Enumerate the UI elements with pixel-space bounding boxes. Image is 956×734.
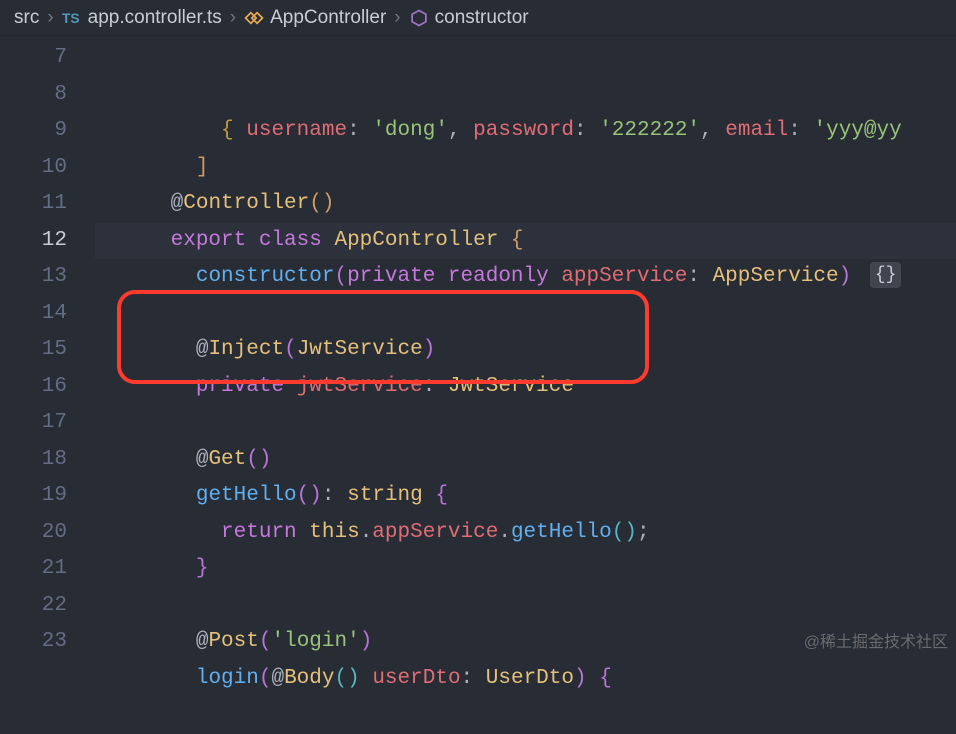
line-number: 7: [0, 40, 67, 77]
code-line: @Controller(): [95, 150, 956, 187]
method-icon: [409, 8, 429, 28]
fold-badge[interactable]: {}: [870, 262, 902, 288]
gutter: 7 8 9 10 11 12 13 14 15 16 17 18 19 20 2…: [0, 36, 95, 661]
svg-text:TS: TS: [62, 11, 80, 26]
line-number: 12: [0, 223, 67, 260]
watermark: @稀土掘金技术社区: [804, 628, 948, 652]
line-number: 18: [0, 442, 67, 479]
line-number: 23: [0, 624, 67, 661]
line-number: 15: [0, 332, 67, 369]
breadcrumb-file-label: app.controller.ts: [88, 7, 222, 29]
code-line: @Get(): [95, 405, 956, 442]
breadcrumb-file[interactable]: TS app.controller.ts: [62, 7, 222, 29]
chevron-right-icon: ›: [394, 7, 400, 29]
breadcrumb: src › TS app.controller.ts › AppControll…: [0, 0, 956, 36]
chevron-right-icon: ›: [47, 7, 53, 29]
code-line: @Inject(JwtService): [95, 296, 956, 333]
breadcrumb-src[interactable]: src: [14, 7, 39, 29]
line-number: 16: [0, 369, 67, 406]
typescript-file-icon: TS: [62, 8, 82, 28]
breadcrumb-class[interactable]: AppController: [244, 7, 386, 29]
code-line: [95, 551, 956, 588]
line-number: 8: [0, 77, 67, 114]
code-line: @Post('login'): [95, 588, 956, 625]
line-number: 10: [0, 150, 67, 187]
breadcrumb-class-label: AppController: [270, 7, 386, 29]
line-number: 13: [0, 259, 67, 296]
line-number: 11: [0, 186, 67, 223]
line-number: 9: [0, 113, 67, 150]
breadcrumb-member[interactable]: constructor: [409, 7, 529, 29]
chevron-right-icon: ›: [230, 7, 236, 29]
line-number: 21: [0, 551, 67, 588]
code-editor[interactable]: 7 8 9 10 11 12 13 14 15 16 17 18 19 20 2…: [0, 36, 956, 661]
code-content[interactable]: { username: 'guang', password: '111111',…: [95, 36, 956, 661]
line-number: 20: [0, 515, 67, 552]
line-number: 19: [0, 478, 67, 515]
line-number: 17: [0, 405, 67, 442]
breadcrumb-member-label: constructor: [435, 7, 529, 29]
code-line: { username: 'dong', password: '222222', …: [95, 77, 956, 114]
class-icon: [244, 8, 264, 28]
code-line: { username: 'guang', password: '111111',…: [95, 40, 956, 77]
line-number: 14: [0, 296, 67, 333]
line-number: 22: [0, 588, 67, 625]
